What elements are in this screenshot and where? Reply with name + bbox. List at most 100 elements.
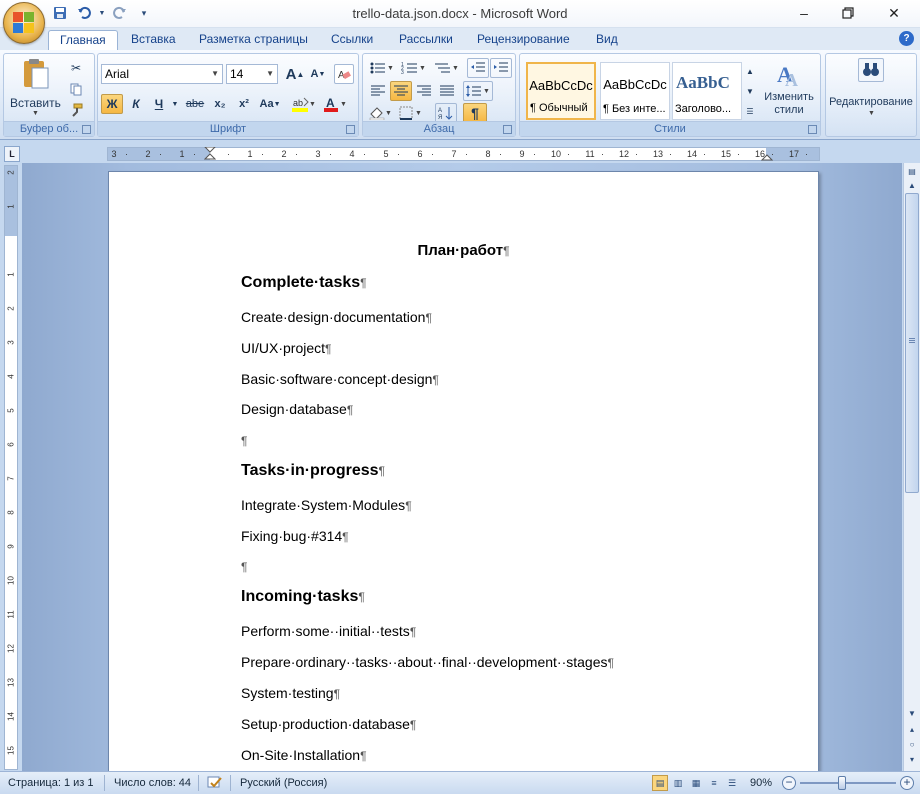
list-item[interactable]: System·testing¶ <box>241 685 340 701</box>
highlight-button[interactable]: ab ▼ <box>288 94 318 114</box>
paragraph-launcher-icon[interactable] <box>503 125 512 134</box>
office-button[interactable] <box>3 2 45 44</box>
section-heading[interactable]: Tasks·in·progress¶ <box>241 462 385 480</box>
shading-button[interactable]: ▼ <box>367 103 395 123</box>
font-color-button[interactable]: A ▼ <box>320 94 350 114</box>
list-item[interactable]: Perform·some··initial··tests¶ <box>241 623 416 639</box>
sort-icon[interactable]: AЯ <box>435 103 457 123</box>
close-icon[interactable]: ✕ <box>872 0 916 26</box>
decrease-indent-icon[interactable] <box>467 58 489 78</box>
indent-marker-icon[interactable] <box>204 147 216 161</box>
clear-formatting-icon[interactable]: A <box>334 64 354 84</box>
zoom-slider[interactable] <box>800 782 896 784</box>
tab-view[interactable]: Вид <box>585 30 629 50</box>
tab-insert[interactable]: Вставка <box>120 30 187 50</box>
bullets-button[interactable]: ▼ <box>367 58 397 78</box>
numbering-button[interactable]: 1 2 3 ▼ <box>399 58 429 78</box>
tab-home[interactable]: Главная <box>48 30 118 50</box>
word-count[interactable]: Число слов: 44 <box>114 777 191 789</box>
horizontal-ruler[interactable]: 3 · 2 · 1 · · 1 · 2 · 3 · 4 · 5 · 6 · 7 · 8 · 9 · 10 · 11 · 12 · 13 · 14 ·… <box>107 147 820 161</box>
underline-button[interactable]: Ч <box>149 94 169 114</box>
zoom-in-icon[interactable]: + <box>900 776 914 790</box>
document-area[interactable]: План·работ¶ Complete·tasks¶ Create·desig… <box>22 163 902 771</box>
section-heading[interactable]: Incoming·tasks¶ <box>241 588 365 606</box>
shrink-font-button[interactable]: A ▼ <box>307 64 329 84</box>
font-launcher-icon[interactable] <box>346 125 355 134</box>
styles-scroll-down-icon[interactable]: ▼ <box>743 82 757 100</box>
scroll-down-icon[interactable]: ▼ <box>905 707 919 721</box>
restore-icon[interactable] <box>826 0 870 26</box>
font-size-combo[interactable]: 14 ▼ <box>226 64 278 84</box>
zoom-out-icon[interactable]: − <box>782 776 796 790</box>
empty-paragraph[interactable]: ¶ <box>241 432 247 448</box>
spelling-check-icon[interactable] <box>206 775 224 794</box>
language[interactable]: Русский (Россия) <box>240 777 327 789</box>
clipboard-launcher-icon[interactable] <box>82 125 91 134</box>
zoom-slider-thumb[interactable] <box>838 776 846 790</box>
list-item[interactable]: Integrate·System·Modules¶ <box>241 497 412 513</box>
outline-icon[interactable]: ≡ <box>706 775 722 791</box>
list-item[interactable]: UI/UX·project¶ <box>241 340 331 356</box>
help-icon[interactable]: ? <box>899 31 914 46</box>
scroll-up-icon[interactable]: ▲ <box>905 179 919 193</box>
strikethrough-button[interactable]: abe <box>183 94 207 114</box>
paste-button[interactable]: Вставить ▼ <box>10 58 61 117</box>
bold-button[interactable]: Ж <box>101 94 123 114</box>
empty-paragraph[interactable]: ¶ <box>241 558 247 574</box>
browse-object-icon[interactable]: ○ <box>905 738 919 752</box>
styles-scroll-up-icon[interactable]: ▲ <box>743 62 757 80</box>
print-layout-icon[interactable]: ▤ <box>652 775 668 791</box>
scrollbar-thumb[interactable] <box>905 193 919 493</box>
full-screen-reading-icon[interactable]: ▥ <box>670 775 686 791</box>
document-page[interactable]: План·работ¶ Complete·tasks¶ Create·desig… <box>108 171 819 771</box>
document-title[interactable]: План·работ¶ <box>109 242 818 259</box>
previous-page-icon[interactable]: ▴ <box>905 723 919 737</box>
show-formatting-marks-icon[interactable]: ¶ <box>463 103 487 123</box>
cut-icon[interactable]: ✂ <box>66 58 86 78</box>
borders-button[interactable]: ▼ <box>397 103 427 123</box>
italic-button[interactable]: К <box>125 94 147 114</box>
grow-font-button[interactable]: A ▲ <box>284 64 306 84</box>
tab-review[interactable]: Рецензирование <box>466 30 581 50</box>
list-item[interactable]: Prepare·ordinary··tasks··about··final··d… <box>241 654 614 670</box>
change-case-button[interactable]: Aa ▼ <box>257 94 283 114</box>
ruler-toggle-icon[interactable]: ▤ <box>905 165 919 179</box>
draft-icon[interactable]: ☰ <box>724 775 740 791</box>
styles-more-icon[interactable]: ☰ <box>743 102 757 120</box>
font-name-combo[interactable]: Arial ▼ <box>101 64 223 84</box>
multilevel-list-button[interactable]: ▼ <box>431 58 463 78</box>
list-item[interactable]: Create·design·documentation¶ <box>241 309 432 325</box>
minimize-icon[interactable]: – <box>782 0 826 26</box>
align-left-icon[interactable] <box>367 81 389 101</box>
web-layout-icon[interactable]: ▦ <box>688 775 704 791</box>
line-spacing-button[interactable]: ▼ <box>463 81 493 101</box>
justify-icon[interactable] <box>436 81 458 101</box>
zoom-level[interactable]: 90% <box>750 777 772 789</box>
list-item[interactable]: On-Site·Installation¶ <box>241 747 367 763</box>
styles-launcher-icon[interactable] <box>808 125 817 134</box>
increase-indent-icon[interactable] <box>490 58 512 78</box>
tab-mailings[interactable]: Рассылки <box>388 30 464 50</box>
list-item[interactable]: Design·database¶ <box>241 401 353 417</box>
tab-page-layout[interactable]: Разметка страницы <box>188 30 319 50</box>
align-right-icon[interactable] <box>413 81 435 101</box>
copy-icon[interactable] <box>66 79 86 99</box>
list-item[interactable]: Basic·software·concept·design¶ <box>241 371 439 387</box>
vertical-scrollbar[interactable]: ▤ ▲ ▼ ▴ ○ ▾ <box>903 163 920 771</box>
next-page-icon[interactable]: ▾ <box>905 753 919 767</box>
superscript-button[interactable]: x² <box>233 94 255 114</box>
style-heading[interactable]: AaBbC Заголово... <box>672 62 742 120</box>
subscript-button[interactable]: x₂ <box>209 94 231 114</box>
change-styles-button[interactable]: AA Изменить стили <box>760 58 818 122</box>
list-item[interactable]: Fixing·bug·#314¶ <box>241 528 349 544</box>
tab-references[interactable]: Ссылки <box>320 30 384 50</box>
page-count[interactable]: Страница: 1 из 1 <box>8 777 94 789</box>
right-indent-marker-icon[interactable] <box>761 149 773 161</box>
underline-dropdown-icon[interactable]: ▼ <box>170 94 180 114</box>
section-heading[interactable]: Complete·tasks¶ <box>241 274 367 292</box>
list-item[interactable]: Setup·production·database¶ <box>241 716 416 732</box>
style-no-spacing[interactable]: AaBbCcDc ¶ Без инте... <box>600 62 670 120</box>
align-center-icon[interactable] <box>390 81 412 101</box>
tab-selector[interactable]: L <box>4 146 20 162</box>
format-painter-icon[interactable] <box>66 100 86 120</box>
